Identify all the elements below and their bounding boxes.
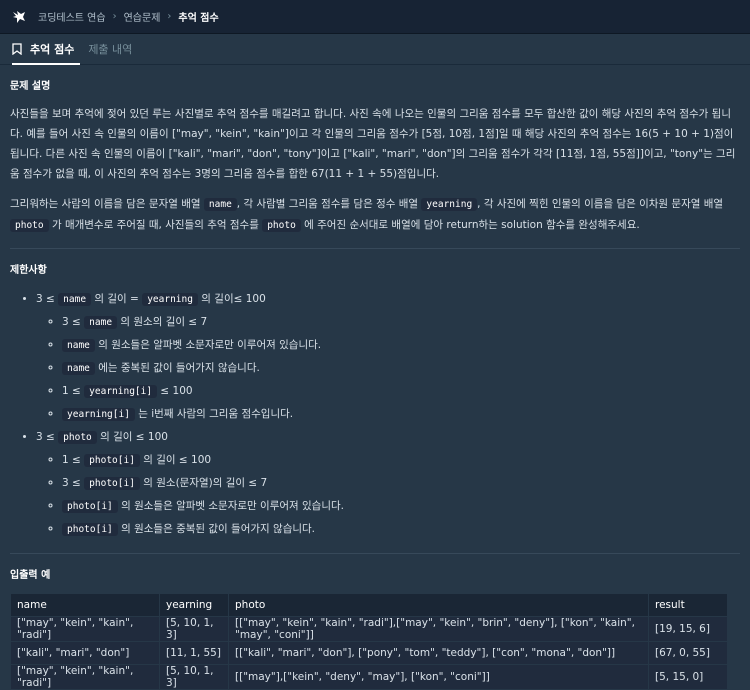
- table-header-row: name yearning photo result: [10, 593, 728, 617]
- section-title-description: 문제 설명: [10, 81, 51, 92]
- cell-result: [67, 0, 55]: [648, 641, 728, 665]
- description-paragraph-2: 그리워하는 사람의 이름을 담은 문자열 배열 name, 각 사람별 그리움 …: [10, 194, 740, 236]
- text: 가 매개변수로 주어질 때, 사진들의 추억 점수를: [48, 219, 263, 231]
- top-navigation-bar: 코딩테스트 연습 › 연습문제 › 추억 점수: [0, 0, 750, 34]
- bookmark-icon[interactable]: [12, 43, 22, 55]
- cell-yearning: [5, 10, 1, 3]: [159, 616, 229, 642]
- inline-code: photo: [10, 219, 49, 232]
- cell-name: ["kali", "mari", "don"]: [10, 641, 160, 665]
- cell-yearning: [11, 1, 55]: [159, 641, 229, 665]
- description-paragraph-1: 사진들을 보며 추억에 젖어 있던 루는 사진별로 추억 점수를 매길려고 합니…: [10, 108, 736, 180]
- text: , 각 사진에 찍힌 인물의 이름을 담은 이차원 문자열 배열: [477, 198, 724, 210]
- list-item: 3 ≤ name 의 길이 = yearning 의 길이≤ 100 3 ≤ n…: [36, 288, 740, 426]
- programmers-logo-icon[interactable]: [10, 8, 28, 26]
- list-item: name 에는 중복된 값이 들어가지 않습니다.: [62, 357, 740, 380]
- list-item: yearning[i] 는 i번째 사람의 그리움 점수입니다.: [62, 403, 740, 426]
- tab-bar: 추억 점수 제출 내역: [0, 34, 750, 65]
- table-row: ["kali", "mari", "don"] [11, 1, 55] [["k…: [10, 641, 728, 665]
- column-header-yearning: yearning: [159, 593, 229, 617]
- section-title-examples: 입출력 예: [10, 570, 51, 581]
- text: , 각 사람별 그리움 점수를 담은 정수 배열: [236, 198, 422, 210]
- list-item: 3 ≤ photo 의 길이 ≤ 100 1 ≤ photo[i] 의 길이 ≤…: [36, 426, 740, 541]
- chevron-right-icon: ›: [167, 11, 172, 22]
- column-header-photo: photo: [228, 593, 649, 617]
- problem-content: 문제 설명 사진들을 보며 추억에 젖어 있던 루는 사진별로 추억 점수를 매…: [0, 77, 750, 690]
- constraints-sublist: 1 ≤ photo[i] 의 길이 ≤ 100 3 ≤ photo[i] 의 원…: [36, 449, 740, 541]
- examples-table: name yearning photo result ["may", "kein…: [10, 593, 728, 690]
- constraints-list: 3 ≤ name 의 길이 = yearning 의 길이≤ 100 3 ≤ n…: [10, 288, 740, 541]
- table-row: ["may", "kein", "kain", "radi"] [5, 10, …: [10, 616, 728, 642]
- divider: [10, 248, 740, 249]
- cell-result: [5, 15, 0]: [648, 664, 728, 690]
- breadcrumb-practice[interactable]: 연습문제: [124, 9, 161, 24]
- cell-photo: [["kali", "mari", "don"], ["pony", "tom"…: [228, 641, 649, 665]
- column-header-name: name: [10, 593, 160, 617]
- text: 에 주어진 순서대로 배열에 담아 return하는 solution 함수를 …: [300, 219, 640, 231]
- list-item: photo[i] 의 원소들은 알파벳 소문자로만 이루어져 있습니다.: [62, 495, 740, 518]
- cell-result: [19, 15, 6]: [648, 616, 728, 642]
- cell-name: ["may", "kein", "kain", "radi"]: [10, 616, 160, 642]
- list-item: 3 ≤ name 의 원소의 길이 ≤ 7: [62, 311, 740, 334]
- cell-photo: [["may", "kein", "kain", "radi"],["may",…: [228, 616, 649, 642]
- tab-submissions[interactable]: 제출 내역: [88, 41, 132, 57]
- breadcrumb-current: 추억 점수: [178, 13, 219, 24]
- breadcrumb-coding-test[interactable]: 코딩테스트 연습: [38, 9, 106, 24]
- inline-code: name: [203, 198, 237, 211]
- list-item: name 의 원소들은 알파벳 소문자로만 이루어져 있습니다.: [62, 334, 740, 357]
- chevron-right-icon: ›: [112, 11, 117, 22]
- constraints-sublist: 3 ≤ name 의 원소의 길이 ≤ 7 name 의 원소들은 알파벳 소문…: [36, 311, 740, 426]
- divider: [10, 553, 740, 554]
- list-item: 1 ≤ photo[i] 의 길이 ≤ 100: [62, 449, 740, 472]
- inline-code: yearning: [421, 198, 478, 211]
- column-header-result: result: [648, 593, 728, 617]
- tab-problem-label: 추억 점수: [30, 43, 75, 56]
- inline-code: photo: [262, 219, 301, 232]
- breadcrumb: 코딩테스트 연습 › 연습문제 › 추억 점수: [38, 9, 219, 24]
- list-item: 3 ≤ photo[i] 의 원소(문자열)의 길이 ≤ 7: [62, 472, 740, 495]
- list-item: 1 ≤ yearning[i] ≤ 100: [62, 380, 740, 403]
- tab-problem[interactable]: 추억 점수: [12, 34, 81, 65]
- table-row: ["may", "kein", "kain", "radi"] [5, 10, …: [10, 664, 728, 690]
- text: 그리워하는 사람의 이름을 담은 문자열 배열: [10, 198, 204, 210]
- list-item: photo[i] 의 원소들은 중복된 값이 들어가지 않습니다.: [62, 518, 740, 541]
- cell-photo: [["may"],["kein", "deny", "may"], ["kon"…: [228, 664, 649, 690]
- cell-yearning: [5, 10, 1, 3]: [159, 664, 229, 690]
- section-title-constraints: 제한사항: [10, 265, 47, 276]
- cell-name: ["may", "kein", "kain", "radi"]: [10, 664, 160, 690]
